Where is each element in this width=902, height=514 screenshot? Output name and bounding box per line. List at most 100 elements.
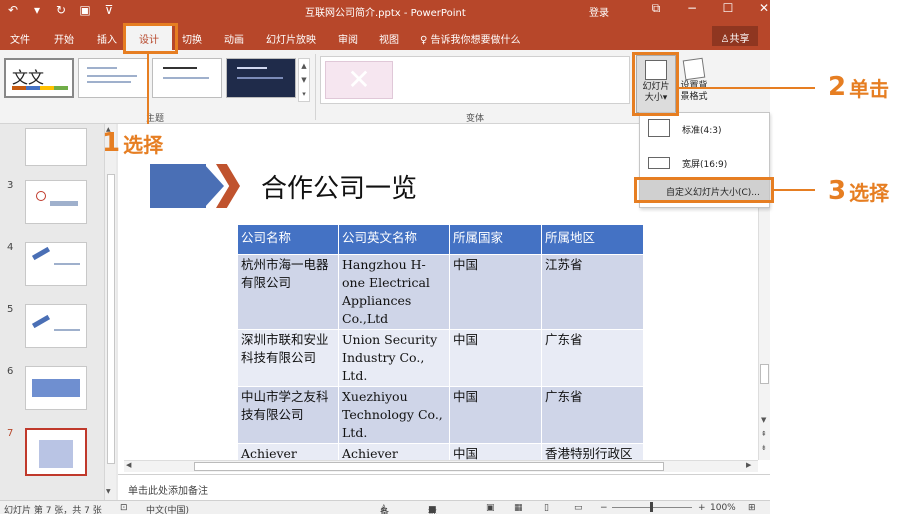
theme-thumbnail[interactable] xyxy=(152,58,222,98)
variant-gallery[interactable]: ✕ xyxy=(320,56,630,104)
scroll-down-icon[interactable]: ▼ xyxy=(761,416,766,424)
slide-thumbnails-panel: 3 4 5 6 7 ▲ ▼ xyxy=(0,124,118,500)
tell-me-box[interactable]: ♀ 告诉我你想要做什么 xyxy=(420,31,521,46)
slide-title[interactable]: 合作公司一览 xyxy=(261,168,417,205)
callout-line xyxy=(147,54,149,124)
slide-number: 4 xyxy=(7,242,14,253)
quick-access-toolbar: ↶ ▾ ↻ ▣ ⊽ xyxy=(6,3,116,17)
table-cell: 深圳市联和安业科技有限公司 xyxy=(237,329,339,387)
theme-gallery-scroll[interactable]: ▲ ▼ ▾ xyxy=(298,58,310,102)
table-header-row: 公司名称 公司英文名称 所属国家 所属地区 xyxy=(237,224,644,255)
table-cell: Union Security Industry Co., Ltd. xyxy=(338,329,450,387)
slide-thumbnail-7[interactable] xyxy=(25,428,87,476)
theme-color-bar xyxy=(12,86,68,90)
theme-line xyxy=(237,67,267,69)
notes-pane[interactable]: 单击此处添加备注 xyxy=(118,474,770,500)
reading-view-icon[interactable]: ▯ xyxy=(544,503,549,513)
tab-transitions[interactable]: 切换 xyxy=(182,31,202,46)
scrollbar-thumb[interactable] xyxy=(760,364,769,384)
spellcheck-icon[interactable]: ⊡ xyxy=(120,503,128,513)
normal-view-icon[interactable]: ▣ xyxy=(486,503,495,513)
slide-thumbnail-5[interactable] xyxy=(25,304,87,348)
thumbnails-scrollbar[interactable]: ▲ ▼ xyxy=(104,124,116,500)
scroll-left-icon[interactable]: ◀ xyxy=(126,461,131,469)
theme-office[interactable]: 文文 xyxy=(4,58,74,98)
table-cell: 中国 xyxy=(449,386,542,444)
table-row: 中山市学之友科技有限公司 Xuezhiyou Technology Co., L… xyxy=(237,386,644,444)
zoom-out-icon[interactable]: − xyxy=(600,503,608,513)
redo-icon[interactable]: ↻ xyxy=(54,3,68,17)
aspect-4-3-icon xyxy=(648,119,670,137)
tab-review[interactable]: 审阅 xyxy=(338,31,358,46)
scrollbar-thumb[interactable] xyxy=(107,174,115,464)
table-row: 杭州市海一电器有限公司 Hangzhou H-one Electrical Ap… xyxy=(237,254,644,330)
ribbon-display-icon[interactable]: ⧉ xyxy=(638,1,674,16)
start-slideshow-icon[interactable]: ▣ xyxy=(78,3,92,17)
scroll-down-icon[interactable]: ▼ xyxy=(106,488,111,495)
format-background-label-2: 景格式 xyxy=(680,92,708,102)
slideshow-view-icon[interactable]: ▭ xyxy=(574,503,583,513)
title-bar: ↶ ▾ ↻ ▣ ⊽ 互联网公司简介.pptx - PowerPoint 登录 ⧉… xyxy=(0,0,770,22)
tell-me-text: 告诉我你想要做什么 xyxy=(430,35,521,46)
theme-thumbnail[interactable] xyxy=(226,58,296,98)
slide-horizontal-scrollbar[interactable]: ◀ ▶ xyxy=(124,460,758,472)
slide-sorter-icon[interactable]: ▦ xyxy=(514,503,523,513)
zoom-in-icon[interactable]: + xyxy=(698,503,706,513)
theme-line xyxy=(87,75,137,77)
ribbon-tabs: 文件 开始 插入 设计 切换 动画 幻灯片放映 审阅 视图 ♀ 告诉我你想要做什… xyxy=(0,22,770,50)
menu-item-label: 宽屏(16:9) xyxy=(682,160,728,170)
tab-slideshow[interactable]: 幻灯片放映 xyxy=(266,31,316,46)
maximize-icon[interactable]: ☐ xyxy=(710,1,746,16)
callout-line xyxy=(774,189,815,191)
window-controls: ⧉ − ☐ ✕ xyxy=(638,1,782,16)
variant-thumbnail[interactable]: ✕ xyxy=(325,61,393,99)
format-background-button[interactable]: 设置背 景格式 xyxy=(676,55,712,111)
theme-line xyxy=(237,77,283,79)
theme-thumbnail[interactable] xyxy=(78,58,148,98)
next-slide-icon[interactable]: ⇟ xyxy=(761,444,767,452)
title-arrow-block xyxy=(150,164,206,208)
previous-slide-icon[interactable]: ⇞ xyxy=(761,430,767,438)
fit-to-window-icon[interactable]: ⊞ xyxy=(748,503,756,513)
menu-item-widescreen[interactable]: 宽屏(16:9) xyxy=(640,149,769,175)
slide-thumbnail-4[interactable] xyxy=(25,242,87,286)
minimize-icon[interactable]: − xyxy=(674,1,710,16)
share-button[interactable]: ♙共享 xyxy=(712,26,758,46)
tab-animations[interactable]: 动画 xyxy=(224,31,244,46)
theme-line xyxy=(163,67,197,69)
close-icon[interactable]: ✕ xyxy=(746,1,782,16)
lightbulb-icon: ♀ xyxy=(420,35,428,46)
scroll-right-icon[interactable]: ▶ xyxy=(746,461,751,469)
table-cell: 广东省 xyxy=(541,386,644,444)
callout-number: 1 xyxy=(102,128,121,158)
partner-table[interactable]: 公司名称 公司英文名称 所属国家 所属地区 杭州市海一电器有限公司 Hangzh… xyxy=(237,224,644,466)
slide-thumbnail-3[interactable] xyxy=(25,180,87,224)
undo-icon[interactable]: ▾ xyxy=(30,3,44,17)
thumb-shape xyxy=(32,379,80,397)
theme-line xyxy=(163,77,209,79)
slide-number: 3 xyxy=(7,180,14,191)
sign-in-link[interactable]: 登录 xyxy=(589,4,609,19)
tab-home[interactable]: 开始 xyxy=(54,31,74,46)
tab-file[interactable]: 文件 xyxy=(10,31,30,46)
table-cell: Hangzhou H-one Electrical Appliances Co.… xyxy=(338,254,450,330)
thumb-shape xyxy=(31,246,51,261)
language-indicator[interactable]: 中文(中国) xyxy=(146,503,189,514)
share-label: 共享 xyxy=(729,34,750,45)
zoom-level[interactable]: 100% xyxy=(710,503,736,513)
save-icon[interactable]: ↶ xyxy=(6,3,20,17)
zoom-slider-thumb[interactable] xyxy=(650,502,653,512)
tab-view[interactable]: 视图 xyxy=(379,31,399,46)
table-cell: 中国 xyxy=(449,329,542,387)
group-label-variants: 变体 xyxy=(466,114,485,124)
table-row: 深圳市联和安业科技有限公司 Union Security Industry Co… xyxy=(237,329,644,387)
slide-thumbnail-6[interactable] xyxy=(25,366,87,410)
callout-number: 2 xyxy=(828,72,847,102)
customize-icon[interactable]: ⊽ xyxy=(102,3,116,17)
menu-item-standard[interactable]: 标准(4:3) xyxy=(640,115,769,141)
table-cell: 中山市学之友科技有限公司 xyxy=(237,386,339,444)
tab-insert[interactable]: 插入 xyxy=(97,31,117,46)
scrollbar-thumb[interactable] xyxy=(194,462,664,471)
slide-thumbnail-2[interactable] xyxy=(25,128,87,166)
thumb-shape xyxy=(54,329,80,331)
